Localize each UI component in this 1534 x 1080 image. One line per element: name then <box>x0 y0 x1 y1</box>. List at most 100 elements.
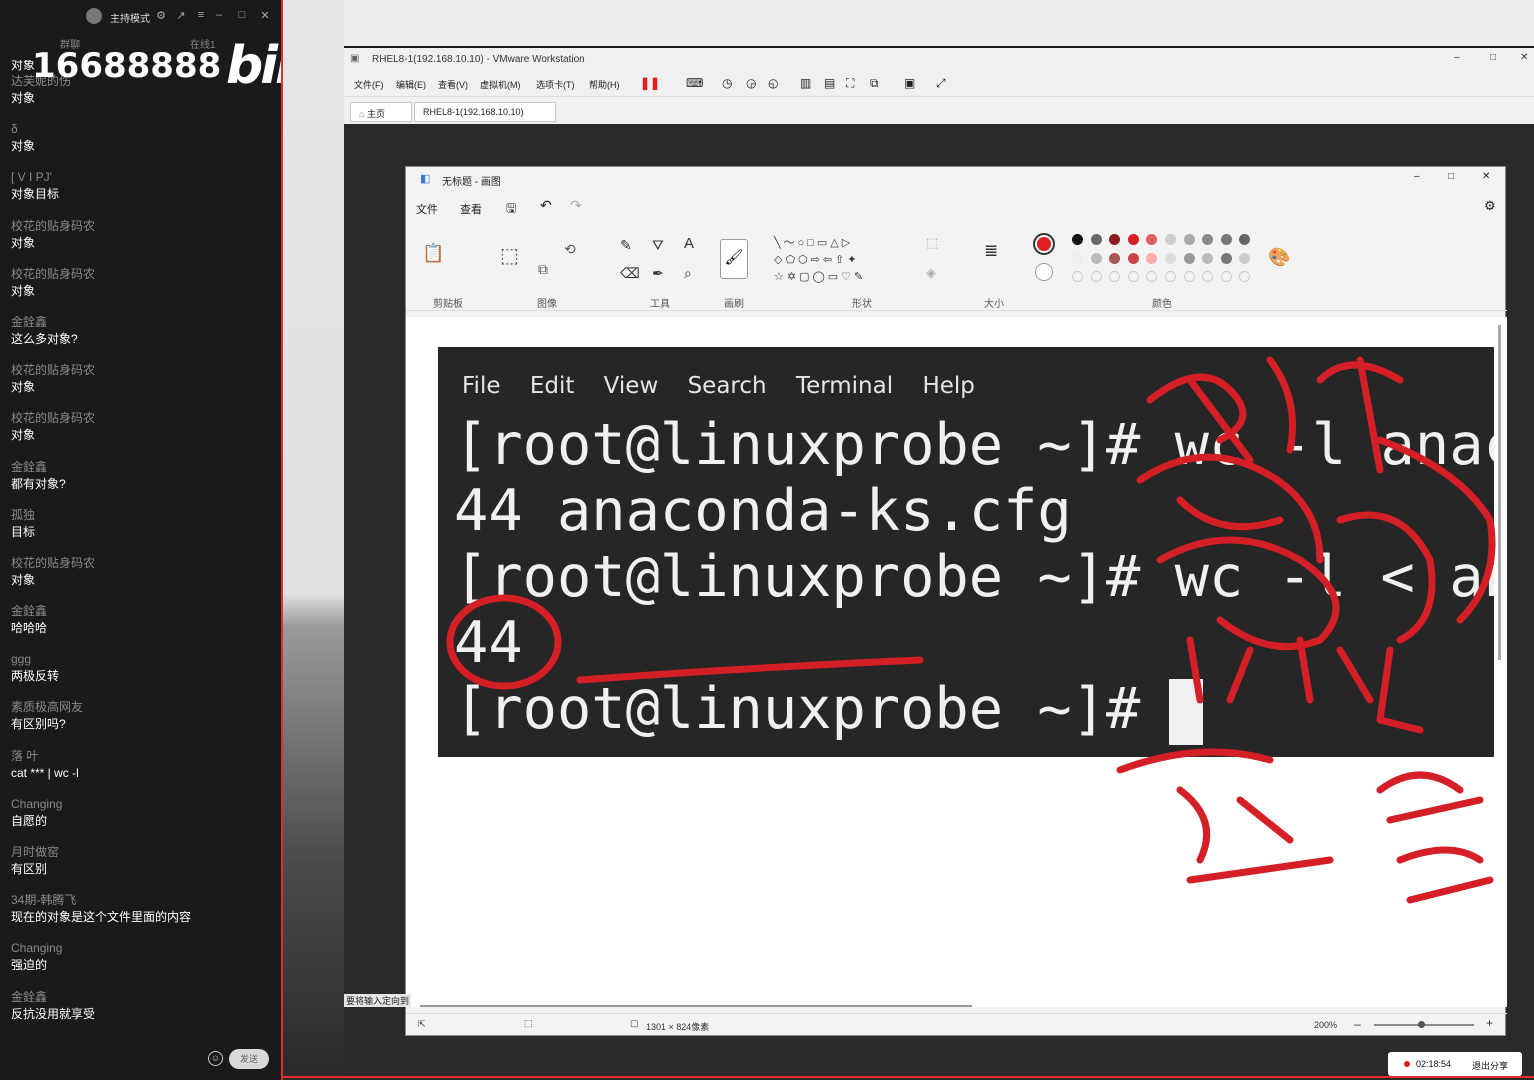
zoom-in-button[interactable]: + <box>1486 1016 1493 1030</box>
paint-close-icon[interactable]: ✕ <box>1482 171 1490 182</box>
terminal-menu-view: View <box>603 373 659 399</box>
paint-settings-icon[interactable]: ⚙ <box>1484 198 1496 214</box>
palette-swatch[interactable] <box>1239 234 1251 245</box>
palette-empty-swatch[interactable] <box>1109 271 1121 282</box>
tab-home-label: 主页 <box>366 109 385 119</box>
eraser-icon[interactable]: ⌫ <box>620 265 640 282</box>
menu-icon[interactable]: ≡ <box>194 9 208 21</box>
palette-empty-swatch[interactable] <box>1202 271 1214 282</box>
send-keys-icon[interactable]: ⌨ <box>686 76 703 90</box>
palette-empty-swatch[interactable] <box>1165 271 1176 282</box>
paste-icon[interactable]: 📋 <box>422 243 444 264</box>
settings-icon[interactable]: ⚙ <box>154 9 168 22</box>
primary-color[interactable] <box>1033 233 1055 255</box>
secondary-color[interactable] <box>1035 263 1053 281</box>
pause-icon[interactable]: ❚❚ <box>640 76 660 90</box>
brush-icon[interactable]: 🖌 <box>720 239 748 279</box>
vm-minimize-icon[interactable]: – <box>1454 52 1460 63</box>
undo-icon[interactable]: ↶ <box>540 197 552 214</box>
popout-icon[interactable]: ↗ <box>174 9 188 22</box>
edit-colors-icon[interactable]: 🎨 <box>1268 247 1290 268</box>
palette-swatch[interactable] <box>1239 253 1251 264</box>
chat-text: 有区别 <box>11 862 48 876</box>
palette-swatch[interactable] <box>1146 253 1158 264</box>
palette-empty-swatch[interactable] <box>1127 271 1139 282</box>
tab-rhel8[interactable]: RHEL8-1(192.168.10.10) <box>414 102 556 122</box>
palette-empty-swatch[interactable] <box>1220 271 1232 282</box>
palette-empty-swatch[interactable] <box>1183 271 1195 282</box>
palette-swatch[interactable] <box>1127 234 1139 245</box>
vm-menu-vm[interactable]: 虚拟机(M) <box>480 78 521 91</box>
snapshot-manager-icon[interactable]: ◵ <box>768 76 778 90</box>
palette-swatch[interactable] <box>1127 253 1139 264</box>
minimize-icon[interactable]: – <box>212 9 226 21</box>
shapes-gallery[interactable]: ╲〜○□▭△▷ ◇⬠⬡⇨⇦⇧✦ ☆✡▢◯▭♡✎ <box>774 235 906 286</box>
revert-snapshot-icon[interactable]: ◶ <box>746 76 756 90</box>
vm-maximize-icon[interactable]: □ <box>1490 52 1496 63</box>
palette-swatch[interactable] <box>1165 234 1176 245</box>
vertical-scrollbar[interactable] <box>1498 325 1501 660</box>
pencil-icon[interactable]: ✎ <box>620 237 632 254</box>
text-icon[interactable]: A <box>684 235 694 252</box>
vm-close-icon[interactable]: ✕ <box>1520 52 1528 63</box>
rotate-icon[interactable]: ⟲ <box>564 241 576 258</box>
vm-menu-tabs[interactable]: 选项卡(T) <box>536 78 575 91</box>
vmware-tabbar: ⌂ 主页 RHEL8-1(192.168.10.10) <box>344 96 1534 124</box>
snapshot-icon[interactable]: ◷ <box>722 76 732 90</box>
vm-menu-edit[interactable]: 编辑(E) <box>396 78 426 91</box>
crop-icon[interactable]: ⧉ <box>538 261 548 278</box>
palette-swatch[interactable] <box>1202 253 1214 264</box>
magnifier-icon[interactable]: ⌕ <box>684 265 692 282</box>
save-icon[interactable]: 🖫 <box>506 199 516 220</box>
redo-icon[interactable]: ↷ <box>570 197 582 214</box>
close-icon[interactable]: ✕ <box>258 9 272 22</box>
fill-icon[interactable]: ⛛ <box>652 237 664 254</box>
paint-maximize-icon[interactable]: □ <box>1448 171 1454 182</box>
palette-swatch[interactable] <box>1072 253 1083 264</box>
palette-swatch[interactable] <box>1220 234 1232 245</box>
emoji-icon[interactable]: ☺ <box>208 1051 223 1066</box>
paint-minimize-icon[interactable]: – <box>1414 171 1420 182</box>
palette-swatch[interactable] <box>1165 253 1176 264</box>
palette-swatch[interactable] <box>1072 234 1083 245</box>
tab-home[interactable]: ⌂ 主页 <box>350 102 412 122</box>
fill-style-icon[interactable]: ◈ <box>926 265 936 281</box>
exit-share-button[interactable]: 退出分享 <box>1472 1059 1508 1072</box>
palette-empty-swatch[interactable] <box>1090 271 1102 282</box>
paint-canvas[interactable]: File Edit View Search Terminal Help [roo… <box>406 317 1507 1007</box>
share-border-bottom <box>282 1076 1534 1078</box>
library-icon[interactable]: ▥ <box>800 76 811 90</box>
palette-empty-swatch[interactable] <box>1072 271 1083 282</box>
zoom-slider[interactable] <box>1374 1021 1474 1028</box>
outline-icon[interactable]: ⬚ <box>926 235 938 251</box>
paint-menu-file[interactable]: 文件 <box>416 201 438 217</box>
palette-empty-swatch[interactable] <box>1239 271 1251 282</box>
unity-icon[interactable]: ⧉ <box>870 76 879 91</box>
select-icon[interactable]: ⬚ <box>500 243 519 268</box>
palette-swatch[interactable] <box>1109 234 1121 245</box>
vm-menu-help[interactable]: 帮助(H) <box>589 78 620 91</box>
palette-swatch[interactable] <box>1146 234 1158 245</box>
send-button[interactable]: 发送 <box>229 1049 269 1069</box>
paint-menu-view[interactable]: 查看 <box>460 201 482 217</box>
palette-swatch[interactable] <box>1183 234 1195 245</box>
horizontal-scrollbar[interactable] <box>420 1005 972 1007</box>
stretch-icon[interactable]: ⤢ <box>936 76 946 91</box>
palette-swatch[interactable] <box>1202 234 1214 245</box>
zoom-out-button[interactable]: – <box>1354 1017 1361 1031</box>
color-picker-icon[interactable]: ✒ <box>652 265 664 282</box>
palette-swatch[interactable] <box>1090 234 1102 245</box>
zoom-slider-thumb[interactable] <box>1418 1021 1425 1028</box>
palette-swatch[interactable] <box>1183 253 1195 264</box>
thumbnail-icon[interactable]: ▤ <box>824 76 835 90</box>
vm-menu-file[interactable]: 文件(F) <box>354 78 384 91</box>
palette-empty-swatch[interactable] <box>1146 271 1158 282</box>
palette-swatch[interactable] <box>1109 253 1121 264</box>
console-icon[interactable]: ▣ <box>904 76 915 90</box>
size-icon[interactable]: ≣ <box>984 241 998 261</box>
maximize-icon[interactable]: □ <box>235 9 249 21</box>
palette-swatch[interactable] <box>1090 253 1102 264</box>
fullscreen-icon[interactable]: ⛶ <box>846 76 854 91</box>
palette-swatch[interactable] <box>1220 253 1232 264</box>
vm-menu-view[interactable]: 查看(V) <box>438 78 468 91</box>
